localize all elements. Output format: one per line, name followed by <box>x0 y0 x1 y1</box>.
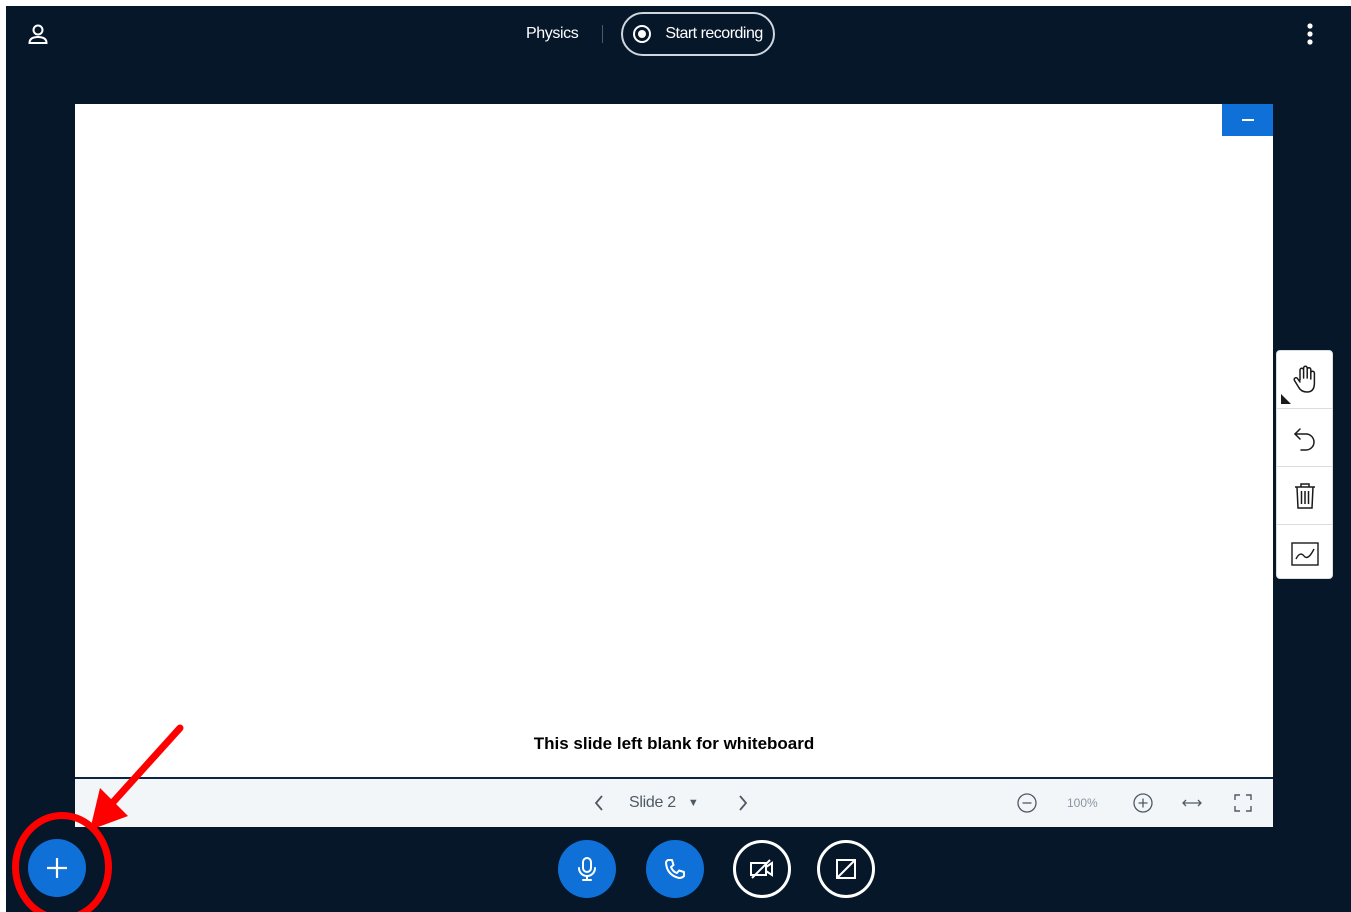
screenshare-off-icon <box>836 859 856 879</box>
presentation-toolbar: Slide 2 ▼ 100% <box>75 777 1273 827</box>
chevron-right-icon <box>739 795 748 811</box>
next-slide-button[interactable] <box>731 779 755 827</box>
presentation-area[interactable]: This slide left blank for whiteboard Sli… <box>75 104 1273 827</box>
meeting-header: Physics Start recording <box>526 12 775 56</box>
microphone-icon <box>578 857 596 881</box>
phone-icon <box>665 859 685 879</box>
user-list-toggle[interactable] <box>26 22 50 46</box>
hand-icon <box>1292 364 1315 393</box>
options-menu-button[interactable] <box>1298 20 1322 48</box>
chart-line-icon <box>1290 541 1319 566</box>
zoom-out-button[interactable] <box>1016 779 1038 827</box>
fullscreen-icon <box>1234 794 1252 812</box>
trash-icon <box>1294 482 1315 509</box>
user-icon <box>28 24 48 44</box>
plus-icon <box>47 858 67 878</box>
fit-width-icon <box>1182 799 1202 807</box>
undo-button[interactable] <box>1277 409 1332 467</box>
record-icon <box>633 25 652 43</box>
conference-app: Physics Start recording This slide left … <box>6 6 1351 912</box>
leave-audio-button[interactable] <box>646 840 704 898</box>
whiteboard-toolbar <box>1276 350 1333 579</box>
start-recording-button[interactable]: Start recording <box>621 12 775 56</box>
zoom-in-icon <box>1133 793 1153 813</box>
tool-menu-indicator <box>1281 394 1291 404</box>
undo-icon <box>1293 427 1315 451</box>
share-webcam-button[interactable] <box>733 840 791 898</box>
slide-selector[interactable]: Slide 2 ▼ <box>629 779 699 827</box>
caret-down-icon: ▼ <box>687 797 699 809</box>
hand-tool-button[interactable] <box>1277 351 1332 409</box>
multi-user-whiteboard-button[interactable] <box>1277 525 1332 582</box>
meeting-title: Physics <box>526 25 579 42</box>
share-screen-button[interactable] <box>817 840 875 898</box>
video-off-icon <box>750 859 773 879</box>
clear-all-button[interactable] <box>1277 467 1332 525</box>
slide-caption: This slide left blank for whiteboard <box>533 734 815 753</box>
title-divider <box>602 25 604 43</box>
record-label: Start recording <box>665 25 763 42</box>
chevron-left-icon <box>594 795 603 811</box>
fullscreen-button[interactable] <box>1233 779 1253 827</box>
mute-microphone-button[interactable] <box>558 840 616 898</box>
zoom-level: 100% <box>1067 796 1098 810</box>
minus-icon <box>1241 119 1254 121</box>
minimize-presentation-button[interactable] <box>1222 104 1273 136</box>
more-vertical-icon <box>1307 23 1313 45</box>
current-slide-label: Slide 2 <box>629 794 676 811</box>
actions-button[interactable] <box>28 839 86 897</box>
zoom-in-button[interactable] <box>1132 779 1154 827</box>
previous-slide-button[interactable] <box>587 779 611 827</box>
zoom-out-icon <box>1017 793 1037 813</box>
fit-to-width-button[interactable] <box>1181 779 1203 827</box>
